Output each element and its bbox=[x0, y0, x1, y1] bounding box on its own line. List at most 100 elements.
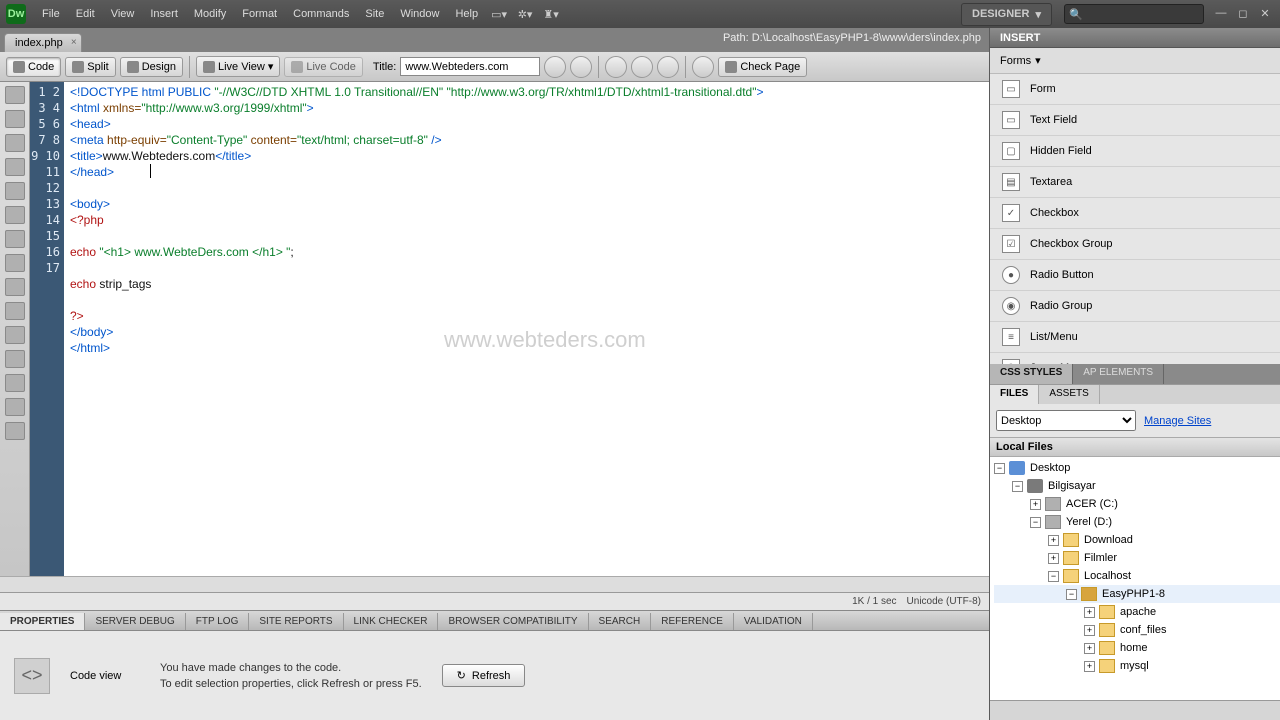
view-options-icon[interactable] bbox=[631, 56, 653, 78]
insert-checkbox[interactable]: ✓Checkbox bbox=[990, 198, 1280, 229]
tab-ftp-log[interactable]: FTP LOG bbox=[186, 613, 250, 630]
menu-modify[interactable]: Modify bbox=[186, 4, 234, 24]
code-view-button[interactable]: Code bbox=[6, 57, 61, 77]
tab-css-styles[interactable]: CSS STYLES bbox=[990, 364, 1073, 384]
insert-checkbox-group[interactable]: ☑Checkbox Group bbox=[990, 229, 1280, 260]
tree-home[interactable]: +home bbox=[994, 639, 1280, 657]
extension-tool-icon[interactable]: ✲▾ bbox=[514, 5, 536, 23]
file-management-icon[interactable] bbox=[544, 56, 566, 78]
collapse-icon[interactable]: − bbox=[1066, 589, 1077, 600]
tab-site-reports[interactable]: SITE REPORTS bbox=[249, 613, 343, 630]
tab-browser-compat[interactable]: BROWSER COMPATIBILITY bbox=[438, 613, 588, 630]
auto-indent-icon[interactable] bbox=[5, 278, 25, 296]
tree-download[interactable]: +Download bbox=[994, 531, 1280, 549]
select-parent-icon[interactable] bbox=[5, 158, 25, 176]
tab-search[interactable]: SEARCH bbox=[589, 613, 652, 630]
validate-icon[interactable] bbox=[692, 56, 714, 78]
syntax-color-icon[interactable] bbox=[5, 254, 25, 272]
tree-easyphp[interactable]: −EasyPHP1-8 bbox=[994, 585, 1280, 603]
insert-panel-header[interactable]: INSERT bbox=[990, 28, 1280, 48]
manage-sites-link[interactable]: Manage Sites bbox=[1144, 415, 1211, 427]
tab-properties[interactable]: PROPERTIES bbox=[0, 613, 85, 630]
live-view-button[interactable]: Live View▾ bbox=[196, 56, 280, 77]
tab-files[interactable]: FILES bbox=[990, 385, 1039, 404]
insert-radio-button[interactable]: ●Radio Button bbox=[990, 260, 1280, 291]
highlight-invalid-icon[interactable] bbox=[5, 230, 25, 248]
collapse-icon[interactable]: − bbox=[1048, 571, 1059, 582]
design-view-button[interactable]: Design bbox=[120, 57, 183, 77]
close-button[interactable]: ✕ bbox=[1256, 7, 1274, 21]
insert-textarea[interactable]: ▤Textarea bbox=[990, 167, 1280, 198]
tree-mysql[interactable]: +mysql bbox=[994, 657, 1280, 675]
insert-hidden-field[interactable]: ▢Hidden Field bbox=[990, 136, 1280, 167]
menu-file[interactable]: File bbox=[34, 4, 68, 24]
line-numbers-icon[interactable] bbox=[5, 206, 25, 224]
tree-drive-c[interactable]: +ACER (C:) bbox=[994, 495, 1280, 513]
tree-filmler[interactable]: +Filmler bbox=[994, 549, 1280, 567]
insert-list-menu[interactable]: ≡List/Menu bbox=[990, 322, 1280, 353]
menu-insert[interactable]: Insert bbox=[142, 4, 186, 24]
site-tool-icon[interactable]: ♜▾ bbox=[540, 5, 562, 23]
menu-help[interactable]: Help bbox=[447, 4, 486, 24]
collapse-icon[interactable]: − bbox=[994, 463, 1005, 474]
open-documents-icon[interactable] bbox=[5, 86, 25, 104]
tab-server-debug[interactable]: SERVER DEBUG bbox=[85, 613, 185, 630]
menu-edit[interactable]: Edit bbox=[68, 4, 103, 24]
insert-form[interactable]: ▭Form bbox=[990, 74, 1280, 105]
expand-icon[interactable]: + bbox=[1084, 625, 1095, 636]
search-input[interactable]: 🔍 bbox=[1064, 4, 1204, 24]
menu-commands[interactable]: Commands bbox=[285, 4, 357, 24]
tab-ap-elements[interactable]: AP ELEMENTS bbox=[1073, 364, 1164, 384]
wrap-tag-icon[interactable] bbox=[5, 398, 25, 416]
tab-reference[interactable]: REFERENCE bbox=[651, 613, 734, 630]
expand-icon[interactable]: + bbox=[1048, 535, 1059, 546]
tree-desktop[interactable]: −Desktop bbox=[994, 459, 1280, 477]
workspace-switcher[interactable]: DESIGNER▾ bbox=[961, 3, 1052, 26]
collapse-icon[interactable]: − bbox=[1030, 517, 1041, 528]
expand-icon[interactable]: + bbox=[1030, 499, 1041, 510]
snippets-icon[interactable] bbox=[5, 302, 25, 320]
code-editor[interactable]: <!DOCTYPE html PUBLIC "-//W3C//DTD XHTML… bbox=[64, 82, 989, 576]
menu-window[interactable]: Window bbox=[392, 4, 447, 24]
horizontal-scrollbar[interactable] bbox=[0, 576, 989, 592]
maximize-button[interactable]: ◻ bbox=[1234, 7, 1252, 21]
document-title-input[interactable] bbox=[400, 57, 540, 76]
tree-conf-files[interactable]: +conf_files bbox=[994, 621, 1280, 639]
refresh-button[interactable]: ↻Refresh bbox=[442, 664, 526, 687]
menu-format[interactable]: Format bbox=[234, 4, 285, 24]
insert-jump-menu[interactable]: ⇩Jump Menu bbox=[990, 353, 1280, 364]
minimize-button[interactable]: — bbox=[1212, 7, 1230, 21]
tree-drive-d[interactable]: −Yerel (D:) bbox=[994, 513, 1280, 531]
preview-browser-icon[interactable] bbox=[570, 56, 592, 78]
tree-localhost[interactable]: −Localhost bbox=[994, 567, 1280, 585]
tree-apache[interactable]: +apache bbox=[994, 603, 1280, 621]
document-tab[interactable]: index.php × bbox=[4, 33, 82, 52]
outdent-icon[interactable] bbox=[5, 350, 25, 368]
tab-assets[interactable]: ASSETS bbox=[1039, 385, 1099, 404]
check-page-button[interactable]: Check Page bbox=[718, 57, 807, 77]
expand-icon[interactable]: + bbox=[1084, 607, 1095, 618]
expand-icon[interactable]: + bbox=[1084, 643, 1095, 654]
collapse-icon[interactable]: − bbox=[1012, 481, 1023, 492]
recent-snippets-icon[interactable] bbox=[5, 422, 25, 440]
tab-link-checker[interactable]: LINK CHECKER bbox=[344, 613, 439, 630]
split-view-button[interactable]: Split bbox=[65, 57, 115, 77]
expand-icon[interactable] bbox=[5, 134, 25, 152]
collapse-icon[interactable] bbox=[5, 110, 25, 128]
layout-tool-icon[interactable]: ▭▾ bbox=[488, 5, 510, 23]
menu-view[interactable]: View bbox=[103, 4, 143, 24]
tab-validation[interactable]: VALIDATION bbox=[734, 613, 813, 630]
expand-icon[interactable]: + bbox=[1048, 553, 1059, 564]
insert-category-select[interactable]: Forms ▾ bbox=[990, 48, 1280, 74]
indent-icon[interactable] bbox=[5, 326, 25, 344]
insert-radio-group[interactable]: ◉Radio Group bbox=[990, 291, 1280, 322]
tree-computer[interactable]: −Bilgisayar bbox=[994, 477, 1280, 495]
close-tab-icon[interactable]: × bbox=[71, 37, 77, 48]
expand-icon[interactable]: + bbox=[1084, 661, 1095, 672]
balance-braces-icon[interactable] bbox=[5, 182, 25, 200]
visual-aids-icon[interactable] bbox=[657, 56, 679, 78]
menu-site[interactable]: Site bbox=[357, 4, 392, 24]
comment-icon[interactable] bbox=[5, 374, 25, 392]
site-select[interactable]: Desktop bbox=[996, 410, 1136, 431]
refresh-icon[interactable] bbox=[605, 56, 627, 78]
